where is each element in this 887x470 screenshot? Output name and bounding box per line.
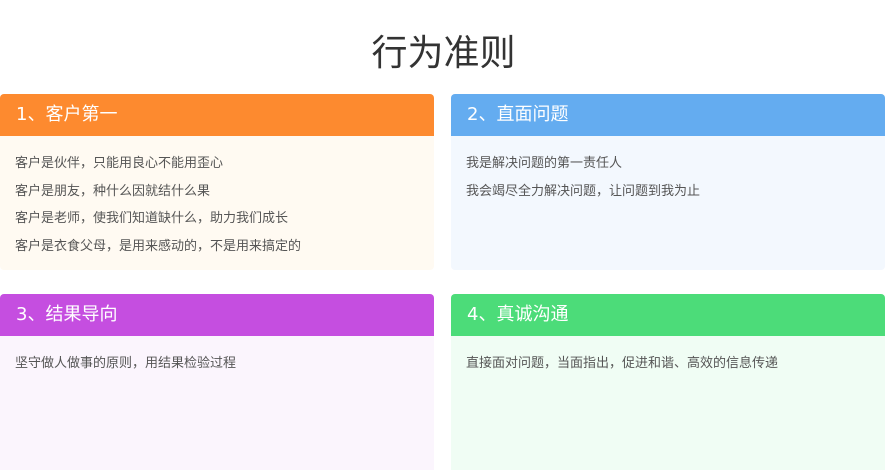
card-heading: 2、直面问题: [451, 94, 885, 136]
card-line: 客户是老师，使我们知道缺什么，助力我们成长: [15, 211, 289, 226]
card-honest-communication: 4、真诚沟通 直接面对问题，当面指出，促进和谐、高效的信息传递: [451, 294, 885, 470]
card-customer-first: 1、客户第一 客户是伙伴，只能用良心不能用歪心 客户是朋友，种什么因就结什么果 …: [0, 94, 434, 270]
card-heading: 1、客户第一: [0, 94, 434, 136]
card-line: 客户是衣食父母，是用来感动的，不是用来搞定的: [15, 238, 302, 254]
card-line: 我是解决问题的第一责任人: [466, 156, 623, 171]
card-line: 客户是朋友，种什么因就结什么果: [15, 183, 211, 199]
card-line: 坚守做人做事的原则，用结果检验过程: [15, 356, 237, 371]
card-result-oriented: 3、结果导向 坚守做人做事的原则，用结果检验过程: [0, 294, 434, 470]
card-line: 直接面对问题，当面指出，促进和谐、高效的信息传递: [466, 356, 779, 371]
card-face-problems: 2、直面问题 我是解决问题的第一责任人 我会竭尽全力解决问题，让问题到我为止: [451, 94, 885, 270]
card-body: 客户是伙伴，只能用良心不能用歪心 客户是朋友，种什么因就结什么果 客户是老师，使…: [0, 136, 434, 270]
card-body: 坚守做人做事的原则，用结果检验过程: [0, 336, 434, 470]
card-line: 我会竭尽全力解决问题，让问题到我为止: [466, 183, 701, 199]
card-body: 直接面对问题，当面指出，促进和谐、高效的信息传递: [451, 336, 885, 470]
card-heading: 4、真诚沟通: [451, 294, 885, 336]
card-body: 我是解决问题的第一责任人 我会竭尽全力解决问题，让问题到我为止: [451, 136, 885, 270]
card-line: 客户是伙伴，只能用良心不能用歪心: [15, 156, 224, 171]
page-title: 行为准则: [371, 33, 516, 75]
card-heading: 3、结果导向: [0, 294, 434, 336]
